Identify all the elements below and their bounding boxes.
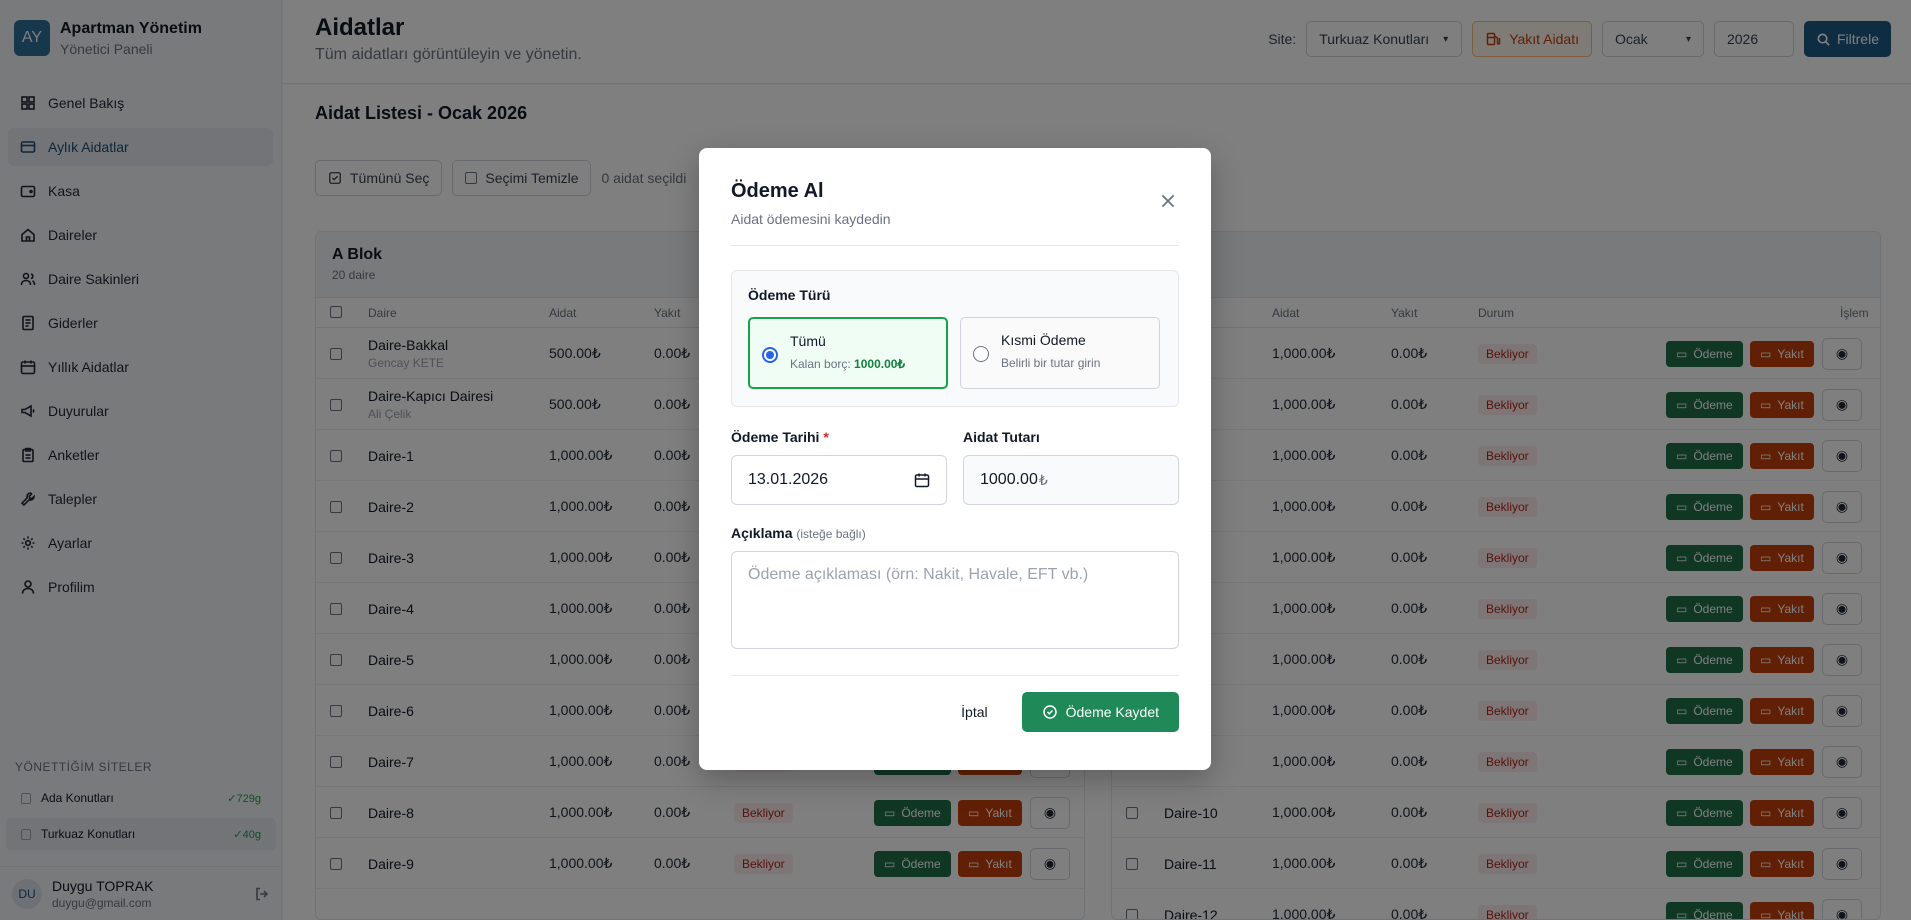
radio-selected[interactable]	[762, 347, 778, 363]
description-textarea[interactable]: Ödeme açıklaması (örn: Nakit, Havale, EF…	[731, 551, 1179, 649]
payment-type-label: Ödeme Türü	[748, 287, 831, 303]
radio-unselected[interactable]	[973, 346, 989, 362]
payment-date-input[interactable]: 13.01.2026	[731, 455, 947, 505]
cancel-button[interactable]: İptal	[951, 704, 997, 720]
amount-label: Aidat Tutarı	[963, 429, 1040, 445]
divider	[731, 245, 1179, 246]
option-subtitle: Kalan borç: 1000.00₺	[790, 357, 906, 371]
close-icon[interactable]	[1159, 192, 1177, 210]
save-payment-button[interactable]: Ödeme Kaydet	[1021, 692, 1179, 732]
payment-modal: Ödeme Al Aidat ödemesini kaydedin Ödeme …	[699, 148, 1211, 770]
modal-overlay[interactable]: Ödeme Al Aidat ödemesini kaydedin Ödeme …	[0, 0, 1911, 920]
modal-title: Ödeme Al	[731, 180, 824, 202]
payment-date-field: Ödeme Tarihi * 13.01.2026	[731, 429, 947, 505]
description-label: Açıklama (isteğe bağlı)	[731, 525, 866, 541]
option-title: Kısmi Ödeme	[1001, 332, 1086, 348]
option-full-payment[interactable]: Tümü Kalan borç: 1000.00₺	[748, 317, 948, 389]
divider	[731, 675, 1179, 676]
calendar-icon[interactable]	[914, 472, 930, 488]
option-partial-payment[interactable]: Kısmi Ödeme Belirli bir tutar girin	[960, 317, 1160, 389]
option-title: Tümü	[790, 333, 826, 349]
amount-field: Aidat Tutarı 1000.00 ₺	[963, 429, 1179, 505]
modal-subtitle: Aidat ödemesini kaydedin	[731, 211, 891, 227]
payment-type-section: Ödeme Türü Tümü Kalan borç: 1000.00₺ Kıs…	[731, 270, 1179, 407]
check-circle-icon	[1042, 705, 1057, 719]
option-subtitle: Belirli bir tutar girin	[1001, 356, 1101, 370]
amount-input: 1000.00 ₺	[963, 455, 1179, 505]
date-label: Ödeme Tarihi *	[731, 429, 829, 445]
